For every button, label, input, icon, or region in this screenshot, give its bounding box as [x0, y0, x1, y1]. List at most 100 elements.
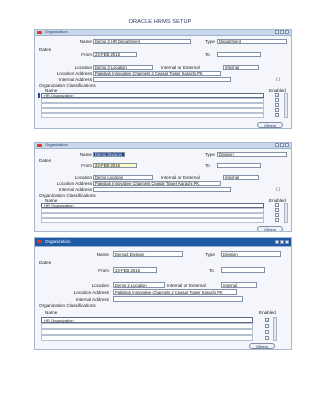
classification-row[interactable]	[41, 335, 253, 341]
internal-address-lov-button[interactable]: [ ]	[275, 77, 281, 82]
classification-row[interactable]: HR Organization	[41, 93, 264, 98]
location-field[interactable]: Demo Location	[93, 175, 153, 180]
minimize-button[interactable]	[275, 240, 279, 244]
type-label: Type	[205, 39, 215, 44]
classification-row[interactable]	[41, 103, 264, 108]
enabled-checkbox[interactable]	[275, 218, 279, 222]
to-date-field[interactable]	[217, 163, 261, 168]
enabled-checkbox[interactable]: ✓	[275, 93, 279, 98]
organization-window-2: Organization Name Demo Division Type Div…	[34, 142, 292, 232]
internal-address-field[interactable]	[93, 77, 231, 82]
dates-label: Dates	[39, 47, 52, 52]
classification-name-column-header: Name	[45, 310, 58, 315]
classification-scrollbar[interactable]	[284, 203, 288, 223]
from-date-field[interactable]: 23-FEB-2015	[93, 52, 137, 57]
enabled-checkbox[interactable]	[275, 203, 279, 207]
enabled-checkbox[interactable]	[265, 336, 269, 340]
enabled-column-header: Enabled	[259, 310, 276, 315]
from-label: From	[81, 52, 92, 57]
maximize-button[interactable]	[280, 143, 284, 147]
name-label: Name	[96, 252, 109, 257]
type-field[interactable]: Department	[217, 39, 287, 44]
from-date-field[interactable]: 23-FEB-2015	[93, 163, 137, 168]
internal-or-external-field[interactable]: Internal	[223, 175, 259, 180]
internal-or-external-field[interactable]: Internal	[221, 282, 257, 288]
maximize-button[interactable]	[280, 30, 284, 34]
location-address-label: Location Address	[73, 290, 109, 295]
close-button[interactable]	[285, 30, 289, 34]
to-label: To	[209, 268, 214, 273]
enabled-checkbox[interactable]	[275, 213, 279, 217]
classification-row[interactable]	[41, 218, 264, 223]
from-date-field[interactable]: 23-FEB-2015	[113, 267, 157, 273]
others-button[interactable]: Others	[249, 343, 275, 349]
classification-row[interactable]	[41, 108, 264, 113]
org-classifications-header: Organization Classifications	[39, 303, 96, 308]
name-label: Name	[79, 39, 92, 44]
enabled-checkbox[interactable]	[275, 103, 279, 107]
type-field[interactable]: Division	[217, 152, 287, 157]
to-label: To	[205, 52, 210, 57]
classification-row[interactable]	[41, 208, 264, 213]
classification-row[interactable]	[41, 213, 264, 218]
oracle-form-icon	[37, 240, 42, 243]
oracle-form-icon	[37, 144, 42, 147]
to-date-field[interactable]	[221, 267, 265, 273]
maximize-button[interactable]	[280, 240, 284, 244]
location-address-field: Pakistan Innovative Channels 3 Ceasar To…	[93, 71, 221, 76]
minimize-button[interactable]	[275, 143, 279, 147]
internal-address-field[interactable]	[93, 187, 231, 192]
classification-scrollbar[interactable]	[284, 93, 288, 118]
enabled-checkbox[interactable]	[275, 208, 279, 212]
close-button[interactable]	[285, 240, 289, 244]
enabled-checkbox[interactable]: ✓	[265, 318, 269, 323]
dates-label: Dates	[39, 158, 52, 163]
internal-or-external-field[interactable]: Internal	[223, 65, 259, 70]
internal-or-external-label: Internal or External	[161, 175, 200, 180]
enabled-checkbox[interactable]	[275, 98, 279, 102]
classification-row[interactable]	[41, 98, 264, 103]
type-field[interactable]: Division	[221, 251, 281, 257]
to-date-field[interactable]	[217, 52, 261, 57]
others-button[interactable]: Others	[257, 226, 283, 231]
document-title: ORACLE HRMS SETUP	[128, 19, 192, 25]
current-row-marker	[38, 93, 40, 98]
window-title: Organization	[45, 142, 68, 147]
organization-window-1: Organization Name Demo 3 HR Department T…	[34, 29, 292, 129]
location-address-field: Pakistan Innovative Channels Ceasar Towe…	[93, 181, 221, 186]
location-field[interactable]: Demo 3 Location	[93, 65, 153, 70]
location-label: Location	[74, 65, 92, 70]
others-button[interactable]: Others	[257, 122, 283, 128]
internal-address-label: Internal Address	[58, 187, 92, 192]
to-label: To	[205, 163, 210, 168]
from-label: From	[98, 268, 109, 273]
classification-row[interactable]: HR Organization	[41, 203, 264, 208]
enabled-checkbox[interactable]	[265, 324, 269, 328]
classification-row[interactable]	[41, 113, 264, 118]
window-title: Organization	[45, 239, 71, 244]
organization-window-3: Organization Name Demo2 Division Type Di…	[34, 237, 292, 350]
enabled-checkbox[interactable]	[265, 330, 269, 334]
internal-address-label: Internal Address	[75, 297, 109, 302]
location-address-label: Location Address	[56, 71, 92, 76]
name-field[interactable]: Demo2 Division	[113, 251, 183, 257]
internal-address-label: Internal Address	[58, 77, 92, 82]
enabled-checkbox[interactable]	[275, 113, 279, 117]
location-address-field: Pakistan Innovative Channels 2 Ceasar To…	[113, 289, 237, 295]
enabled-checkbox[interactable]	[275, 108, 279, 112]
location-label: Location	[91, 283, 109, 288]
name-field[interactable]: Demo 3 HR Department	[93, 39, 191, 44]
location-field[interactable]: Demo 2 Location	[113, 282, 165, 288]
name-label: Name	[79, 152, 92, 157]
location-address-label: Location Address	[56, 181, 92, 186]
window-titlebar: Organization	[35, 238, 291, 247]
internal-address-lov-button[interactable]: [ ]	[275, 187, 281, 192]
close-button[interactable]	[285, 143, 289, 147]
internal-address-field[interactable]	[113, 296, 243, 302]
minimize-button[interactable]	[275, 30, 279, 34]
classification-scrollbar[interactable]	[273, 317, 277, 341]
type-label: Type	[205, 252, 215, 257]
oracle-form-icon	[37, 31, 42, 34]
name-field[interactable]: Demo Division	[93, 152, 125, 157]
location-label: Location	[74, 175, 92, 180]
